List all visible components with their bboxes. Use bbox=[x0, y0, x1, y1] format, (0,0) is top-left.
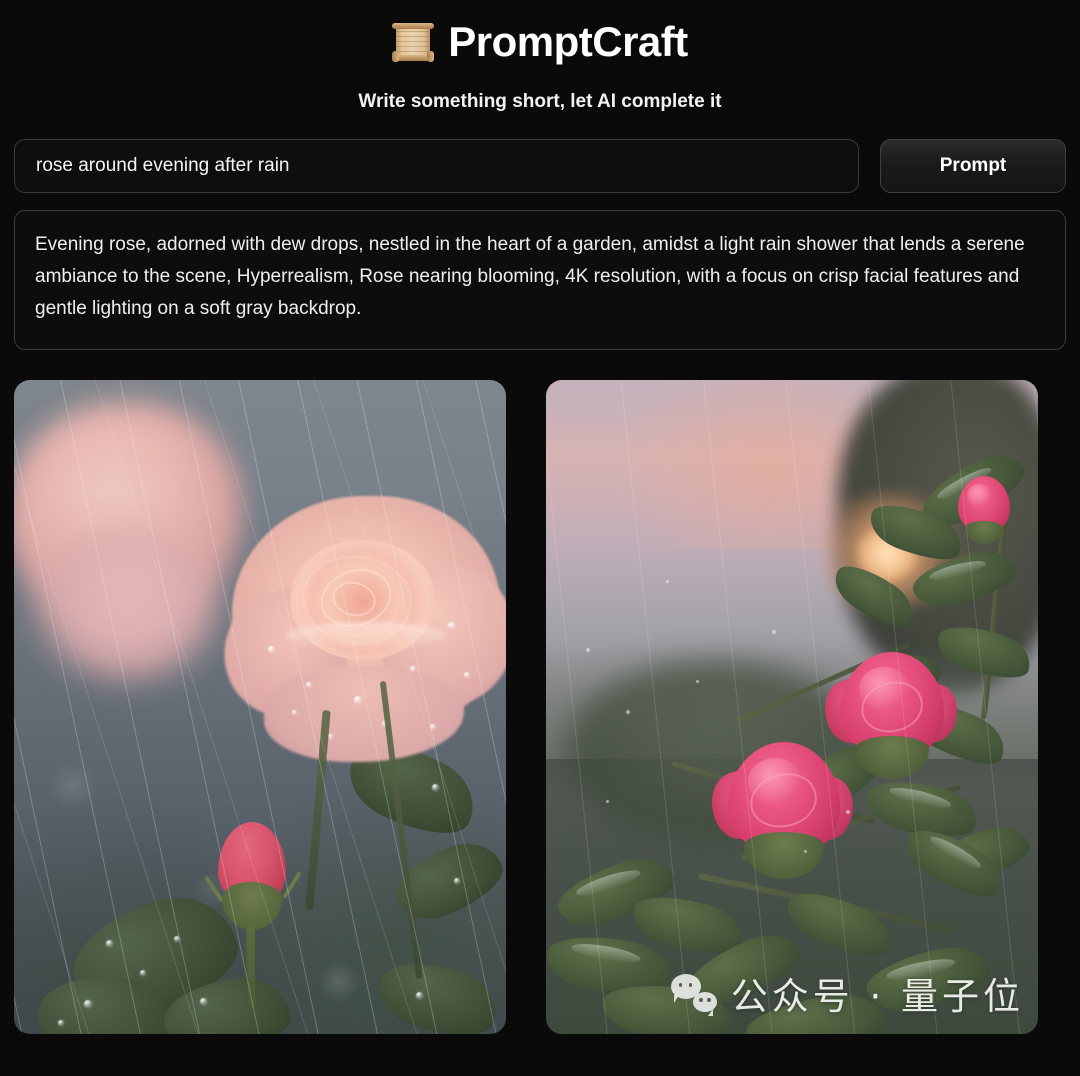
scroll-icon bbox=[392, 21, 435, 63]
rain-streak-overlay bbox=[14, 380, 506, 1034]
generated-prompt-text: Evening rose, adorned with dew drops, ne… bbox=[35, 234, 1025, 319]
app-header: PromptCraft Write something short, let A… bbox=[14, 0, 1066, 113]
generated-image-1[interactable] bbox=[14, 380, 506, 1034]
drizzle-overlay bbox=[546, 380, 1038, 1034]
prompt-input-row: Prompt bbox=[14, 139, 1066, 193]
page-subtitle: Write something short, let AI complete i… bbox=[358, 91, 722, 112]
generated-image-2[interactable]: 公众号 · 量子位 bbox=[546, 380, 1038, 1034]
title-row: PromptCraft bbox=[14, 14, 1066, 70]
page-title: PromptCraft bbox=[448, 18, 688, 65]
prompt-input[interactable] bbox=[14, 139, 859, 193]
app-root: PromptCraft Write something short, let A… bbox=[0, 0, 1080, 1076]
image-gallery: 公众号 · 量子位 bbox=[14, 380, 1066, 1034]
output-panel: Evening rose, adorned with dew drops, ne… bbox=[14, 210, 1066, 350]
prompt-button[interactable]: Prompt bbox=[880, 139, 1066, 193]
